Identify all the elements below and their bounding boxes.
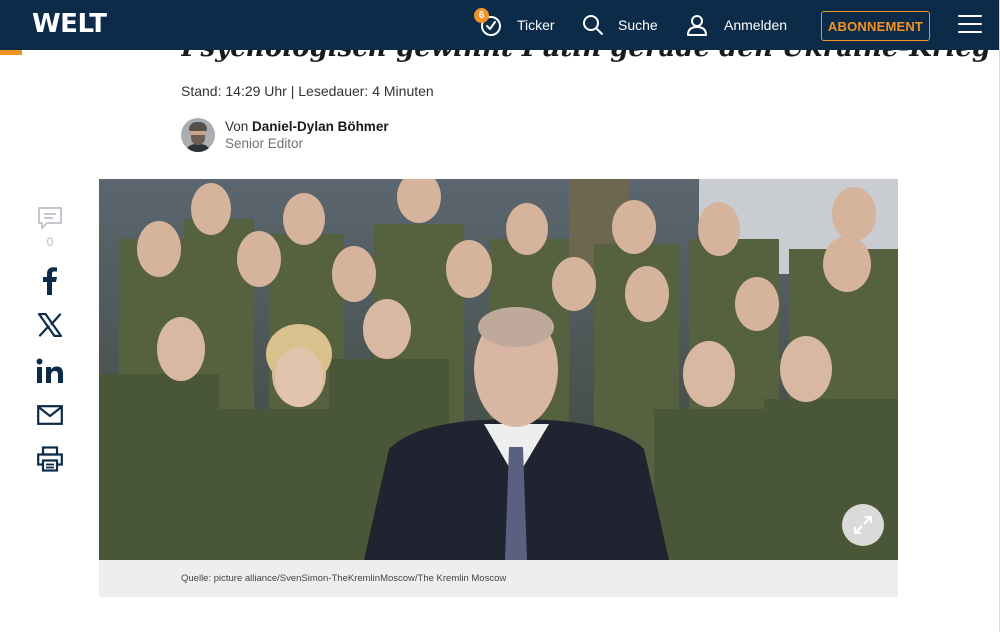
author-box[interactable]: Von Daniel-Dylan Böhmer Senior Editor (181, 118, 389, 152)
article-photo[interactable] (99, 179, 898, 560)
print-icon[interactable] (34, 444, 66, 474)
mail-icon[interactable] (34, 400, 66, 430)
facebook-icon[interactable] (34, 266, 66, 296)
user-icon (687, 15, 707, 36)
search-label: Suche (618, 17, 658, 33)
author-prefix: Von (225, 119, 249, 134)
comment-icon[interactable] (34, 204, 66, 232)
x-twitter-icon[interactable] (34, 310, 66, 340)
photo-caption: Quelle: picture alliance/SvenSimon-TheKr… (181, 573, 507, 584)
welt-logo[interactable]: WELT (32, 9, 107, 39)
author-avatar[interactable] (181, 118, 215, 152)
share-rail: 0 (34, 204, 66, 474)
section-accent-bar (0, 50, 22, 55)
login-button[interactable]: Anmelden (686, 12, 787, 38)
linkedin-icon[interactable] (34, 356, 66, 386)
article-meta: Stand: 14:29 Uhr | Lesedauer: 4 Minuten (181, 83, 434, 99)
author-role: Senior Editor (225, 136, 304, 151)
login-label: Anmelden (724, 17, 788, 33)
search-icon (583, 15, 603, 35)
ticker-badge: 6 (474, 8, 489, 23)
subscribe-button[interactable]: ABONNEMENT (821, 11, 930, 41)
site-header: WELT 6 Ticker Suche Anmelden ABONNEMENT (0, 0, 1000, 50)
comment-count: 0 (46, 235, 54, 249)
ticker-label: Ticker (517, 17, 555, 33)
ticker-link[interactable]: 6 Ticker (474, 8, 555, 38)
author-name[interactable]: Daniel-Dylan Böhmer (252, 119, 389, 134)
search-button[interactable]: Suche (582, 12, 658, 38)
expand-image-button[interactable] (842, 504, 884, 546)
photo-caption-bar: Quelle: picture alliance/SvenSimon-TheKr… (99, 560, 898, 597)
hamburger-menu-icon[interactable] (958, 15, 982, 35)
ticker-clock-icon: 6 (474, 8, 504, 38)
expand-icon (854, 516, 872, 534)
